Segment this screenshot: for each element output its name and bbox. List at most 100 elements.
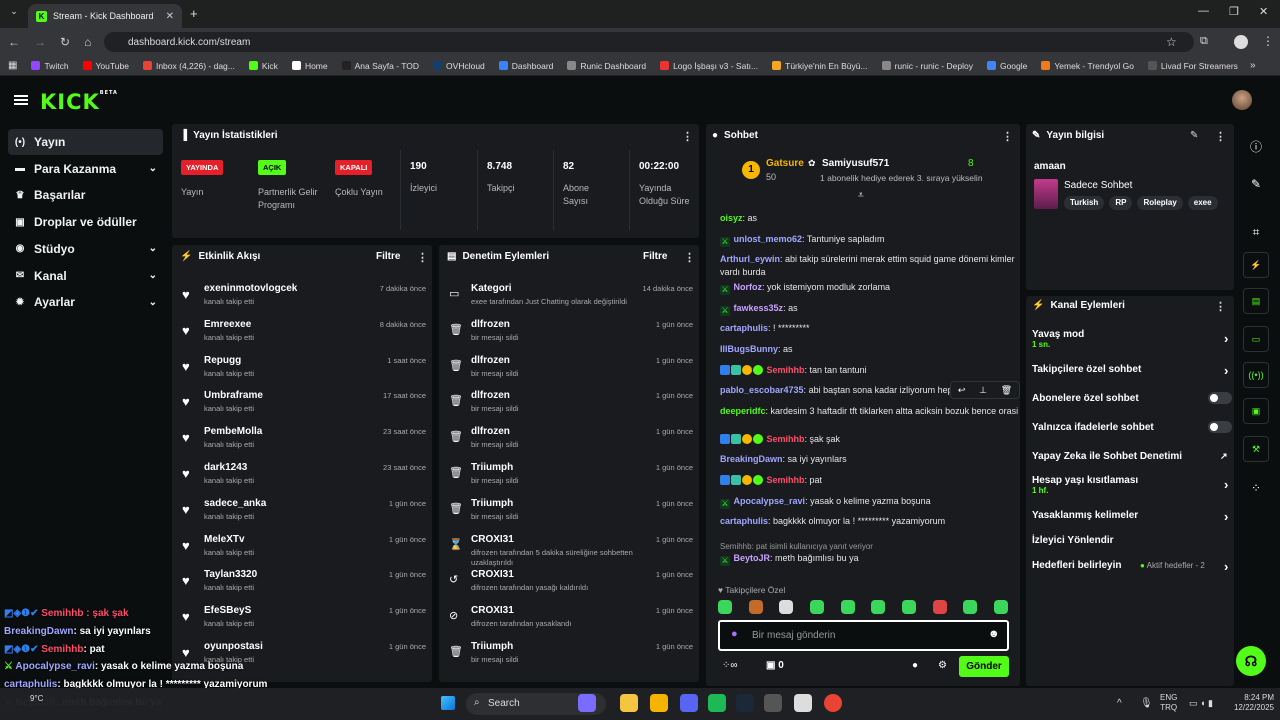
chat-settings-icon[interactable]: ⚙ <box>938 660 947 671</box>
chat-username[interactable]: Semihhb <box>767 475 805 485</box>
chat-users-icon[interactable]: ● <box>912 660 918 671</box>
discord-icon[interactable] <box>680 694 698 712</box>
bookmark-item[interactable]: Dashboard <box>498 61 553 71</box>
bookmark-item[interactable]: Livad For Streamers <box>1147 61 1238 71</box>
weather-widget[interactable]: 9°C <box>30 694 43 703</box>
activity-row[interactable]: ♥ Repugg kanalı takip etti 1 saat önce <box>172 353 432 389</box>
browser-tab[interactable]: K Stream - Kick Dashboard ✕ <box>28 4 182 28</box>
stats-menu-icon[interactable]: ⋮ <box>682 130 693 143</box>
bookmark-item[interactable]: Google <box>986 61 1027 71</box>
share-icon[interactable]: ⁘ <box>1240 474 1272 502</box>
sidebar-item-4[interactable]: ◉ Stüdyo ⌄ <box>8 236 163 262</box>
tab-close-icon[interactable]: ✕ <box>166 11 174 22</box>
activity-row[interactable]: ♥ Umbraframe kanalı takip etti 17 saat önce <box>172 388 432 424</box>
delete-icon[interactable]: 🗑 <box>1001 385 1012 396</box>
moderation-menu-icon[interactable]: ⋮ <box>684 251 695 264</box>
address-bar[interactable]: dashboard.kick.com/stream <box>104 32 1194 52</box>
chat-message[interactable]: ⚔ BeytoJR: meth bağımlısı bu ya <box>720 552 1020 567</box>
chat-username[interactable]: IllBugsBunny <box>720 344 778 354</box>
clock[interactable]: 8:24 PM 12/22/2025 <box>1224 693 1274 713</box>
files-icon[interactable] <box>620 694 638 712</box>
activity-row[interactable]: ♥ Emreexee kanalı takip etti 8 dakika önce <box>172 317 432 353</box>
activity-row[interactable]: ♥ sadece_anka kanalı takip etti 1 gün önce <box>172 496 432 532</box>
stream-tag[interactable]: RP <box>1109 196 1133 210</box>
bookmark-item[interactable]: Twitch <box>31 61 69 71</box>
bookmark-item[interactable]: OVHcloud <box>433 61 485 71</box>
chrome-icon[interactable] <box>824 694 842 712</box>
activity-row[interactable]: ♥ Taylan3320 kanalı takip etti 1 gün önce <box>172 567 432 603</box>
chat-username[interactable]: BreakingDawn <box>720 454 783 464</box>
moderation-row[interactable]: 🗑 Triiumph bir mesajı sildi 1 gün önce <box>439 639 699 675</box>
chat-username[interactable]: BeytoJR <box>734 553 771 563</box>
activity-row[interactable]: ♥ PembeMolla kanalı takip etti 23 saat önce <box>172 424 432 460</box>
kick-logo[interactable]: KICKBETA <box>40 90 118 114</box>
sidebar-item-1[interactable]: ▬ Para Kazanma ⌄ <box>8 156 163 182</box>
tray-chevron-icon[interactable]: ^ <box>1117 698 1122 709</box>
notes-icon[interactable]: ▤ <box>1243 288 1269 314</box>
folder-icon[interactable] <box>650 694 668 712</box>
activity-filter-button[interactable]: Filtre <box>376 251 400 262</box>
activity-row[interactable]: ♥ dark1243 kanalı takip etti 23 saat önce <box>172 460 432 496</box>
moderation-row[interactable]: ↺ CROXI31 difrozen tarafından yasağı kaldı… <box>439 567 699 603</box>
emote-icon[interactable] <box>809 600 824 614</box>
chat-message[interactable]: cartaphulis: bagkkkk olmuyor la ! ******… <box>720 515 1020 528</box>
chat-message[interactable]: ⚔ Norfoz: yok istemiyom modluk zorlama <box>720 281 1020 295</box>
toggle-switch[interactable] <box>1208 392 1232 404</box>
emote-icon[interactable] <box>932 600 947 614</box>
lightning-icon[interactable]: ⚡ <box>1243 252 1269 278</box>
browser-menu-icon[interactable]: ⋮ <box>1262 34 1274 48</box>
chat-username[interactable]: fawkess35z <box>734 303 784 313</box>
chat-username[interactable]: Apocalypse_ravi <box>734 496 806 506</box>
new-tab-button[interactable]: + <box>190 6 198 21</box>
chat-username[interactable]: deeperidfc <box>720 406 766 416</box>
edit-icon[interactable]: ✎ <box>1240 170 1272 198</box>
moderation-row[interactable]: 🗑 dlfrozen bir mesajı sildi 1 gün önce <box>439 317 699 353</box>
network-icon[interactable]: ▭ ◖ ▮ <box>1189 698 1213 709</box>
chat-menu-icon[interactable]: ⋮ <box>1002 130 1013 143</box>
bookmark-item[interactable]: Logo İşbaşı v3 - Satı... <box>660 61 758 71</box>
channel-action-item[interactable]: Abonelere özel sohbet <box>1032 392 1232 404</box>
edit-stream-info-icon[interactable]: ✎ <box>1190 130 1198 141</box>
bookmarks-overflow-icon[interactable]: » <box>1250 60 1256 71</box>
chat-username[interactable]: Semihhb <box>767 365 805 375</box>
moderation-row[interactable]: ⊘ CROXI31 difrozen tarafından yasaklandı 1 … <box>439 603 699 639</box>
maximize-button[interactable]: ❐ <box>1229 5 1239 18</box>
github-icon[interactable] <box>794 694 812 712</box>
activity-row[interactable]: ♥ MeleXTv kanalı takip etti 1 gün önce <box>172 532 432 568</box>
forward-icon[interactable]: → <box>34 35 46 49</box>
bookmark-item[interactable]: Ana Sayfa - TOD <box>341 61 419 71</box>
chat-message[interactable]: Arthurl_eywin: abi takip sürelerini mera… <box>720 253 1020 279</box>
chat-username[interactable]: cartaphulis <box>720 323 768 333</box>
reply-icon[interactable]: ↩ <box>958 385 966 396</box>
send-button[interactable]: Gönder <box>959 656 1009 677</box>
bookmark-star-icon[interactable]: ☆ <box>1166 35 1177 49</box>
chat-username[interactable]: pablo_escobar4735 <box>720 385 804 395</box>
bookmark-item[interactable]: Kick <box>248 61 278 71</box>
stream-tag[interactable]: Roleplay <box>1137 196 1183 210</box>
channel-action-item[interactable]: Yapay Zeka ile Sohbet Denetimi ↗ <box>1032 451 1232 462</box>
moderation-row[interactable]: ⌛ CROXI31 difrozen tarafından 5 dakika sür… <box>439 532 699 568</box>
channel-action-item[interactable]: Yasaklanmış kelimeler › <box>1032 509 1232 524</box>
chat-message[interactable]: ⚔ fawkess35z: as <box>720 302 1020 316</box>
sidebar-item-2[interactable]: ♛ Başarılar <box>8 182 163 208</box>
stream-tag[interactable]: Turkish <box>1064 196 1105 210</box>
chat-username[interactable]: Norfoz <box>734 282 763 292</box>
chat-message[interactable]: oisyz: as <box>720 212 1020 225</box>
sidebar-item-0[interactable]: (•) Yayın <box>8 129 163 155</box>
tab-list-button[interactable]: ⌄ <box>6 6 22 22</box>
minimize-button[interactable]: — <box>1198 5 1209 17</box>
channel-action-item[interactable]: Hedefleri belirleyin ● Aktif hedefler - 2… <box>1032 559 1232 574</box>
moderation-row[interactable]: ▭ Kategori exee tarafından Just Chatting o… <box>439 281 699 317</box>
emote-icon[interactable] <box>993 600 1008 614</box>
stream-tag[interactable]: exee <box>1187 196 1218 210</box>
emote-icon[interactable] <box>963 600 978 614</box>
expand-pinned-icon[interactable]: ⩡ <box>858 190 864 201</box>
moderation-row[interactable]: 🗑 Triiumph bir mesajı sildi 1 gün önce <box>439 460 699 496</box>
sidebar-item-6[interactable]: ✹ Ayarlar ⌄ <box>8 289 163 315</box>
chat-input[interactable]: ● Bir mesaj gönderin ☻ <box>718 620 1009 651</box>
channel-action-item[interactable]: Yavaş mod 1 sn. › <box>1032 329 1232 349</box>
apps-grid-icon[interactable]: ▦ <box>8 60 17 71</box>
wrench-icon[interactable]: ⚒ <box>1243 436 1269 462</box>
chat-message[interactable]: Semihhb: şak şak <box>720 433 1020 446</box>
pinned-leaderboard[interactable]: 1 Gatsure 50 Samiyusuf571 ✿ 8 1 abonelik… <box>712 152 1012 201</box>
